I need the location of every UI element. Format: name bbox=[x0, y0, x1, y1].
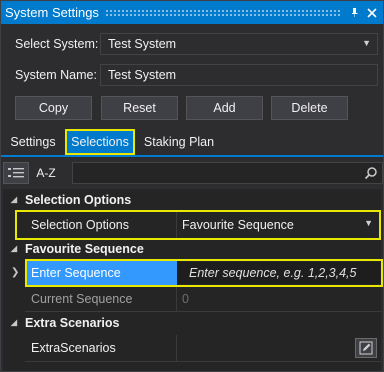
delete-button[interactable]: Delete bbox=[271, 96, 348, 120]
property-name: Current Sequence bbox=[25, 287, 177, 311]
property-row-extra-scenarios[interactable]: ExtraScenarios bbox=[25, 335, 381, 362]
select-system-dropdown[interactable]: Test System ▼ bbox=[100, 33, 378, 55]
property-search-input[interactable] bbox=[72, 162, 383, 184]
reset-button[interactable]: Reset bbox=[101, 96, 178, 120]
property-row-current-sequence[interactable]: Current Sequence 0 bbox=[25, 287, 381, 312]
collapse-triangle-icon[interactable]: ◢ bbox=[3, 318, 25, 327]
property-row-enter-sequence[interactable]: Enter Sequence Enter sequence, e.g. 1,2,… bbox=[25, 259, 383, 287]
window-title: System Settings bbox=[5, 5, 99, 20]
tab-selections[interactable]: Selections bbox=[65, 129, 135, 155]
system-settings-panel: System Settings Select System: Test Syst… bbox=[0, 0, 384, 372]
pin-icon[interactable] bbox=[347, 6, 361, 20]
pencil-icon[interactable] bbox=[355, 338, 377, 358]
title-bar[interactable]: System Settings bbox=[1, 1, 383, 24]
property-name: ExtraScenarios bbox=[25, 335, 177, 361]
search-icon bbox=[364, 166, 378, 180]
add-button[interactable]: Add bbox=[186, 96, 263, 120]
category-favourite-sequence[interactable]: ◢ Favourite Sequence bbox=[3, 238, 381, 259]
property-name: Selection Options bbox=[15, 210, 177, 240]
tab-underline bbox=[1, 155, 383, 157]
copy-button[interactable]: Copy bbox=[15, 96, 92, 120]
select-system-value: Test System bbox=[108, 37, 177, 51]
category-selection-options[interactable]: ◢ Selection Options bbox=[3, 189, 381, 210]
categorized-list-icon[interactable] bbox=[3, 162, 29, 184]
close-icon[interactable] bbox=[365, 6, 379, 20]
select-system-label: Select System: bbox=[15, 37, 99, 51]
property-grid-toolbar: A-Z bbox=[3, 160, 383, 186]
collapse-triangle-icon[interactable]: ◢ bbox=[3, 244, 25, 253]
tab-staking-plan[interactable]: Staking Plan bbox=[141, 129, 217, 155]
selection-options-dropdown[interactable]: Favourite Sequence ▼ bbox=[177, 210, 381, 240]
system-name-input[interactable]: Test System bbox=[100, 64, 378, 86]
system-name-label: System Name: bbox=[15, 68, 97, 82]
category-label: Selection Options bbox=[25, 192, 132, 207]
category-label: Extra Scenarios bbox=[25, 315, 120, 330]
title-bar-grip[interactable] bbox=[104, 8, 341, 17]
property-name: Enter Sequence bbox=[25, 259, 177, 287]
chevron-down-icon: ▼ bbox=[364, 218, 373, 228]
collapse-triangle-icon[interactable]: ◢ bbox=[3, 195, 25, 204]
chevron-down-icon: ▼ bbox=[362, 38, 371, 48]
enter-sequence-input[interactable]: Enter sequence, e.g. 1,2,3,4,5 bbox=[177, 262, 380, 284]
alphabetical-sort-button[interactable]: A-Z bbox=[31, 162, 61, 184]
property-grid: ◢ Selection Options Selection Options Fa… bbox=[3, 189, 383, 371]
category-extra-scenarios[interactable]: ◢ Extra Scenarios bbox=[3, 312, 381, 333]
category-label: Favourite Sequence bbox=[25, 241, 144, 256]
property-value bbox=[177, 335, 381, 361]
selected-row-arrow-icon: ❯ bbox=[11, 267, 20, 278]
system-name-value: Test System bbox=[108, 68, 177, 82]
tab-settings[interactable]: Settings bbox=[7, 129, 59, 155]
property-value: 0 bbox=[182, 292, 189, 306]
property-value: Favourite Sequence bbox=[182, 218, 294, 232]
property-row-selection-options[interactable]: Selection Options Favourite Sequence ▼ bbox=[15, 210, 381, 240]
